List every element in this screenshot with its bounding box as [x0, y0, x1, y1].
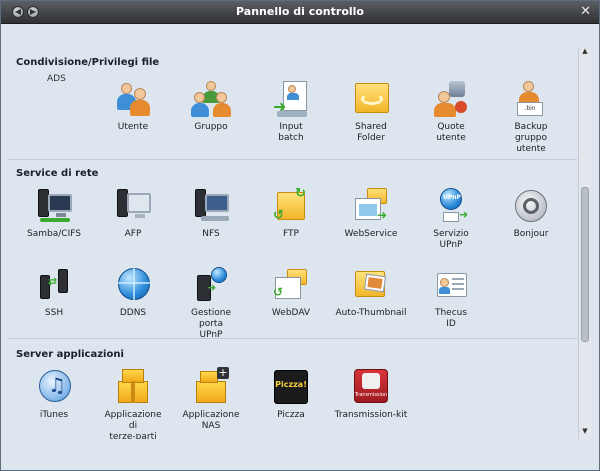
- item-label: Input batch: [278, 122, 304, 143]
- window-title: Pannello di controllo: [236, 5, 364, 18]
- item-label: Gestione porta UPnP: [191, 308, 231, 340]
- item-label: Backup gruppo utente: [514, 122, 548, 154]
- item-label: Applicazione di terze-parti: [104, 410, 162, 439]
- item-backup-gruppo-utente[interactable]: .bin Backup gruppo utente: [492, 79, 570, 155]
- user-quota-icon: [431, 79, 471, 119]
- item-input-batch[interactable]: ➜ Input batch: [252, 79, 330, 144]
- panel-content: Condivisione/Privilegi file ADS Utente G…: [8, 47, 577, 439]
- item-label: Utente: [117, 122, 149, 132]
- title-bar: ◀ ▶ Pannello di controllo ✕: [1, 1, 599, 24]
- item-third-party-app[interactable]: Applicazione di terze-parti: [94, 367, 172, 439]
- item-piczza[interactable]: Piczza! Piczza: [252, 367, 330, 421]
- item-ddns[interactable]: DDNS: [94, 265, 172, 319]
- scroll-up-icon[interactable]: ▲: [579, 47, 591, 59]
- item-label: AFP: [124, 229, 142, 239]
- item-utente[interactable]: Utente: [94, 79, 172, 133]
- auto-thumbnail-icon: [351, 265, 391, 305]
- item-shared-folder[interactable]: Shared Folder: [332, 79, 410, 144]
- item-webdav[interactable]: ↺ WebDAV: [252, 265, 330, 319]
- item-label: Auto-Thumbnail: [335, 308, 407, 318]
- item-label: Bonjour: [513, 229, 549, 239]
- item-transmission-kit[interactable]: Transmission Transmission-kit: [332, 367, 410, 421]
- item-label: Servizio UPnP: [433, 229, 469, 250]
- item-gestione-porta-upnp[interactable]: ➜ Gestione porta UPnP: [172, 265, 250, 341]
- item-thecus-id[interactable]: Thecus ID: [412, 265, 490, 330]
- item-quote-utente[interactable]: Quote utente: [412, 79, 490, 144]
- samba-icon: [34, 186, 74, 226]
- item-auto-thumbnail[interactable]: Auto-Thumbnail: [332, 265, 410, 319]
- bonjour-icon: [511, 186, 551, 226]
- upnp-port-icon: ➜: [191, 265, 231, 305]
- item-label: Thecus ID: [434, 308, 468, 329]
- nas-app-icon: +: [191, 367, 231, 407]
- transmission-logo-text: Transmission: [354, 392, 388, 398]
- afp-icon: [113, 186, 153, 226]
- shared-folder-icon: [351, 79, 391, 119]
- scrollbar-thumb[interactable]: [581, 187, 589, 342]
- item-samba-cifs[interactable]: Samba/CIFS: [15, 186, 93, 240]
- ssh-icon: ⇄: [34, 265, 74, 305]
- item-label: Quote utente: [436, 122, 466, 143]
- itunes-icon: ♫: [34, 367, 74, 407]
- section-title: Condivisione/Privilegi file: [16, 57, 160, 68]
- item-label: Piczza: [277, 410, 305, 420]
- item-label: Transmission-kit: [334, 410, 408, 420]
- item-label: NFS: [202, 229, 220, 239]
- section-title: Service di rete: [16, 168, 99, 179]
- ftp-icon: ↻ ↺: [273, 186, 306, 223]
- ddns-icon: [113, 265, 153, 305]
- webdav-icon: ↺: [271, 265, 311, 305]
- close-icon[interactable]: ✕: [580, 4, 591, 19]
- webservice-icon: ➜: [351, 186, 391, 226]
- scroll-down-icon[interactable]: ▼: [579, 427, 591, 439]
- ads-label: ADS: [47, 74, 66, 84]
- item-servizio-upnp[interactable]: UPnP ➜ Servizio UPnP: [412, 186, 490, 251]
- item-bonjour[interactable]: Bonjour: [492, 186, 570, 240]
- batch-input-icon: ➜: [271, 79, 311, 119]
- item-label: WebService: [344, 229, 398, 239]
- upnp-icon: UPnP ➜: [431, 186, 471, 226]
- item-label: DDNS: [119, 308, 147, 318]
- item-afp[interactable]: AFP: [94, 186, 172, 240]
- item-label: Samba/CIFS: [27, 229, 81, 239]
- nfs-icon: [191, 186, 231, 226]
- item-label: WebDAV: [271, 308, 311, 318]
- thecus-id-icon: [431, 265, 471, 305]
- item-nfs[interactable]: NFS: [172, 186, 250, 240]
- section-network-services: Service di rete Samba/CIFS AFP NFS ↻ ↺ F…: [8, 160, 577, 341]
- section-title: Server applicazioni: [16, 349, 124, 360]
- third-party-app-icon: [113, 367, 153, 407]
- section-file-sharing: Condivisione/Privilegi file ADS Utente G…: [8, 47, 577, 159]
- control-panel-window: ◀ ▶ Pannello di controllo ✕ Condivisione…: [0, 0, 600, 471]
- item-nas-app[interactable]: + Applicazione NAS: [172, 367, 250, 432]
- transmission-icon: Transmission: [351, 367, 391, 407]
- item-webservice[interactable]: ➜ WebService: [332, 186, 410, 240]
- item-label: Gruppo: [194, 122, 228, 132]
- item-itunes[interactable]: ♫ iTunes: [15, 367, 93, 421]
- user-group-backup-icon: .bin: [511, 79, 551, 119]
- vertical-scrollbar[interactable]: ▲ ▼: [578, 47, 591, 439]
- item-ftp[interactable]: ↻ ↺ FTP: [252, 186, 330, 240]
- section-server-apps: Server applicazioni ♫ iTunes Applicazion…: [8, 339, 577, 439]
- item-label: FTP: [283, 229, 299, 239]
- piczza-logo-text: Piczza!: [275, 380, 307, 389]
- item-label: iTunes: [39, 410, 69, 420]
- group-icon: [191, 79, 231, 119]
- item-label: SSH: [44, 308, 64, 318]
- item-gruppo[interactable]: Gruppo: [172, 79, 250, 133]
- piczza-icon: Piczza!: [271, 367, 311, 407]
- item-label: Applicazione NAS: [182, 410, 240, 431]
- item-label: Shared Folder: [355, 122, 387, 143]
- user-icon: [113, 79, 153, 119]
- item-ssh[interactable]: ⇄ SSH: [15, 265, 93, 319]
